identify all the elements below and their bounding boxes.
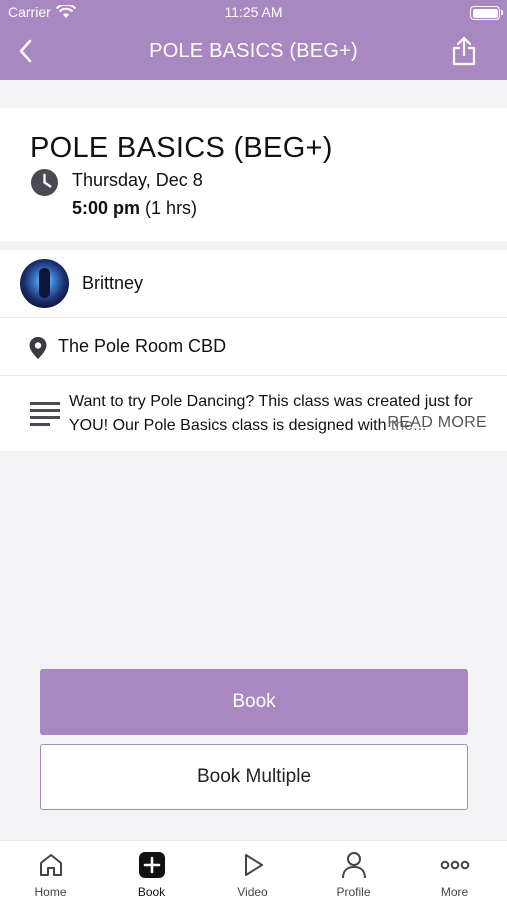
back-button[interactable] — [10, 36, 40, 66]
share-button[interactable] — [449, 34, 479, 68]
tab-more-label: More — [440, 885, 469, 899]
tab-more[interactable]: More — [404, 841, 505, 900]
tab-book-label: Book — [137, 885, 166, 899]
class-title: POLE BASICS (BEG+) — [30, 132, 333, 164]
location-pin-icon — [29, 337, 47, 359]
tab-video-label: Video — [237, 885, 268, 899]
description-row: Want to try Pole Dancing? This class was… — [0, 376, 507, 451]
class-date: Thursday, Dec 8 — [72, 170, 203, 190]
description-icon — [30, 402, 60, 426]
class-details: Brittney The Pole Room CBD Want to try P… — [0, 250, 507, 451]
class-summary-card: POLE BASICS (BEG+) Thursday, Dec 8 5:00 … — [0, 108, 507, 241]
plus-square-icon — [139, 852, 165, 878]
read-more-link[interactable]: READ MORE — [387, 414, 487, 432]
tab-home-label: Home — [34, 885, 67, 899]
tab-profile-label: Profile — [336, 885, 371, 899]
nav-title: POLE BASICS (BEG+) — [149, 40, 358, 62]
location-name: The Pole Room CBD — [58, 336, 227, 356]
clock-icon — [30, 168, 59, 197]
share-icon — [452, 36, 476, 66]
book-button[interactable]: Book — [40, 669, 468, 735]
instructor-name: Brittney — [82, 273, 144, 293]
nav-bar: POLE BASICS (BEG+) — [0, 30, 507, 74]
user-icon — [342, 852, 366, 879]
class-time: 5:00 pm — [72, 198, 141, 218]
instructor-row[interactable]: Brittney — [0, 250, 507, 318]
play-icon — [245, 854, 263, 876]
tab-book[interactable]: Book — [101, 841, 202, 900]
avatar — [20, 259, 69, 308]
location-row[interactable]: The Pole Room CBD — [0, 318, 507, 376]
book-multiple-button[interactable]: Book Multiple — [40, 744, 468, 810]
battery-icon — [470, 6, 503, 20]
class-duration: (1 hrs) — [145, 198, 198, 218]
home-icon — [40, 854, 62, 876]
tab-profile[interactable]: Profile — [303, 841, 404, 900]
more-dots-icon — [440, 860, 470, 870]
app-header: Carrier 11:25 AM POLE BASICS (BEG+) — [0, 0, 507, 80]
tab-home[interactable]: Home — [0, 841, 101, 900]
chevron-left-icon — [19, 39, 32, 63]
status-bar: Carrier 11:25 AM — [0, 4, 507, 24]
class-time-row: 5:00 pm (1 hrs) — [72, 198, 197, 219]
tab-bar: Home Book Video Profile More — [0, 840, 507, 900]
status-time: 11:25 AM — [224, 4, 283, 20]
tab-video[interactable]: Video — [202, 841, 303, 900]
